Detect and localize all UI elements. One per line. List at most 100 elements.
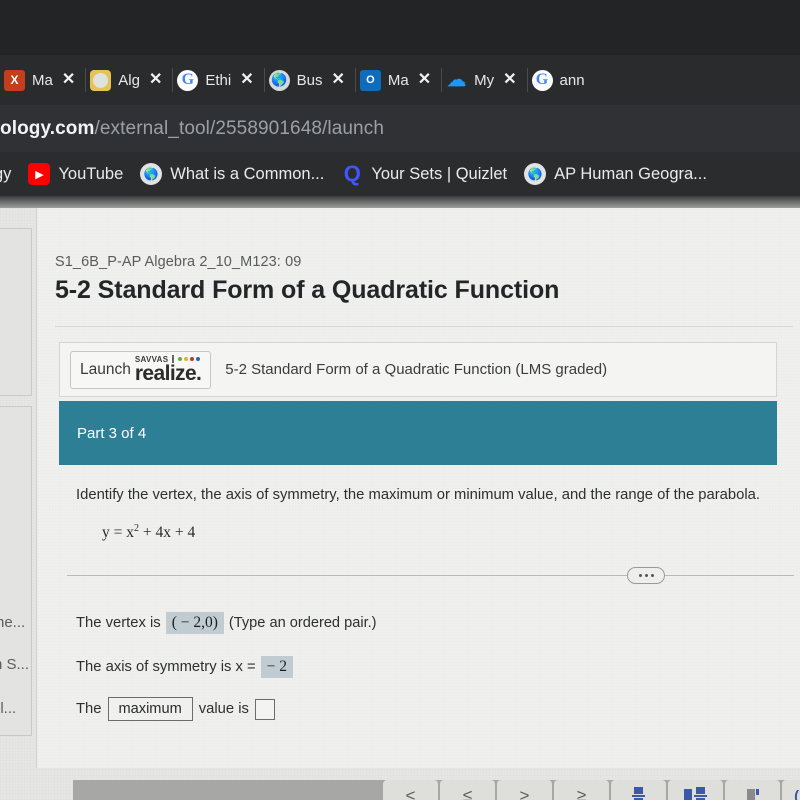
tab-title: Ethi: [205, 71, 232, 89]
url-domain: ology.com: [0, 117, 95, 139]
dot-green: [178, 357, 183, 361]
google-icon: G: [531, 69, 553, 91]
bookmark-ap-human-geo[interactable]: 🌎 AP Human Geogra...: [524, 163, 707, 185]
tab-title: Alg: [118, 71, 140, 89]
url-text: ology.com/external_tool/2558901648/launc…: [0, 118, 384, 140]
page-top-shadow: [0, 196, 800, 208]
bookmark-label: AP Human Geogra...: [554, 164, 707, 183]
sidebar-item-2[interactable]: dl...: [0, 700, 16, 717]
bookmark-quizlet[interactable]: Q Your Sets | Quizlet: [341, 161, 508, 186]
less-equal-icon: ≤: [462, 786, 473, 800]
ellipsis-dot: [644, 574, 648, 577]
browser-tab-4[interactable]: O Ma ✕: [354, 55, 442, 105]
realize-wordmark: realize.: [134, 362, 202, 385]
bookmark-label: gy: [0, 164, 12, 183]
part-header: Part 3 of 4: [59, 401, 777, 465]
tab-title: My: [474, 71, 495, 89]
close-icon[interactable]: ✕: [60, 72, 77, 88]
math-button-ordered-pair[interactable]: (▮,▮): [782, 780, 800, 800]
close-icon[interactable]: ✕: [416, 72, 433, 88]
vertex-label: The vertex is: [76, 615, 161, 631]
bookmark-label: Your Sets | Quizlet: [371, 164, 508, 183]
equation: y = x2 + 4x + 4: [102, 523, 195, 542]
tab-title: Bus: [296, 71, 323, 89]
browser-tab-3[interactable]: 🌎 Bus ✕: [263, 55, 356, 105]
axis-answer-field[interactable]: − 2: [260, 656, 294, 678]
page-viewport: ne... n S... dl... S1_6B_P-AP Algebra 2_…: [0, 196, 800, 800]
question-prompt: Identify the vertex, the axis of symmetr…: [76, 487, 760, 503]
bookmark-0[interactable]: gy: [0, 165, 11, 184]
greater-than-icon: >: [519, 786, 530, 800]
ellipsis-dot: [638, 574, 642, 577]
max-min-dropdown[interactable]: maximum: [107, 697, 193, 721]
equation-lhs: y = x: [102, 524, 134, 542]
bookmark-label: YouTube: [58, 164, 124, 183]
bookmark-common[interactable]: 🌎 What is a Common...: [140, 163, 324, 185]
math-button-less-equal[interactable]: ≤: [440, 780, 495, 800]
answer-row-axis-of-symmetry: The axis of symmetry is x = − 2: [76, 656, 298, 678]
browser-tab-1[interactable]: Alg ✕: [85, 55, 173, 105]
dot-yellow: [184, 357, 189, 361]
close-icon[interactable]: ✕: [501, 72, 518, 88]
browser-tab-2[interactable]: G Ethi ✕: [172, 55, 264, 105]
greater-equal-icon: ≥: [576, 786, 587, 800]
outlook-icon: O: [359, 69, 381, 91]
vertex-answer-field[interactable]: ( − 2,0): [165, 612, 224, 634]
bookmark-youtube[interactable]: ▶ YouTube: [28, 163, 123, 185]
avatar-icon: [90, 69, 112, 91]
math-button-mixed-number[interactable]: [668, 780, 723, 800]
savvas-realize-logo: SAVVAS realize.: [134, 355, 202, 385]
math-button-fraction[interactable]: [611, 780, 666, 800]
answer-row-max-value: The maximum value is: [76, 697, 281, 721]
axis-label: The axis of symmetry is x =: [76, 659, 256, 675]
close-icon[interactable]: ✕: [238, 72, 255, 88]
close-icon[interactable]: ✕: [147, 72, 164, 88]
vertex-hint: (Type an ordered pair.): [228, 615, 377, 631]
onedrive-cloud-icon: ☁: [447, 69, 467, 91]
browser-tab-5[interactable]: ☁ My ✕: [441, 55, 527, 105]
dot-red: [190, 357, 195, 361]
less-than-icon: <: [405, 786, 416, 800]
max-suffix-label: value is: [198, 701, 249, 717]
math-symbol-toolbar: < ≤ > ≥ (: [73, 780, 800, 800]
title-divider: [55, 326, 793, 327]
max-value-input[interactable]: [254, 698, 275, 720]
math-button-exponent[interactable]: [725, 780, 780, 800]
bookmarks-bar: gy ▶ YouTube 🌎 What is a Common... Q You…: [0, 152, 800, 196]
address-bar[interactable]: ology.com/external_tool/2558901648/launc…: [0, 105, 800, 152]
math-button-less-than[interactable]: <: [383, 780, 438, 800]
globe-icon: 🌎: [140, 163, 163, 185]
browser-tab-6[interactable]: G ann: [526, 55, 594, 105]
excel-icon: X: [4, 69, 25, 91]
quizlet-icon: Q: [343, 161, 361, 186]
window-titlebar: [0, 0, 800, 55]
tab-title: Ma: [387, 71, 409, 89]
page-title: 5-2 Standard Form of a Quadratic Functio…: [55, 276, 560, 304]
sidebar-item-0[interactable]: ne...: [0, 614, 25, 631]
browser-tab-0[interactable]: X Ma ✕: [0, 55, 86, 105]
globe-icon: 🌎: [268, 69, 290, 91]
assignment-card: S1_6B_P-AP Algebra 2_10_M123: 09 5-2 Sta…: [36, 208, 800, 800]
answer-row-vertex: The vertex is ( − 2,0) (Type an ordered …: [76, 612, 377, 634]
math-button-greater-than[interactable]: >: [497, 780, 552, 800]
max-prefix-label: The: [76, 701, 102, 717]
ellipsis-dot: [650, 574, 654, 577]
part-label: Part 3 of 4: [77, 424, 147, 442]
more-options-button[interactable]: [627, 567, 665, 584]
divider-line: [67, 575, 794, 576]
sidebar-item-1[interactable]: n S...: [0, 656, 29, 673]
math-button-greater-equal[interactable]: ≥: [554, 780, 609, 800]
ordered-pair-icon: (▮,▮): [794, 788, 800, 800]
youtube-icon: ▶: [28, 163, 51, 185]
equation-rhs: + 4x + 4: [139, 524, 196, 542]
url-path: /external_tool/2558901648/launch: [94, 117, 384, 139]
globe-icon: 🌎: [524, 163, 547, 185]
tab-strip: X Ma ✕ Alg ✕ G Ethi ✕ 🌎 Bus ✕ O Ma ✕ ☁ M…: [0, 55, 800, 105]
fraction-icon: [632, 787, 645, 800]
section-divider: [67, 567, 794, 584]
launch-realize-button[interactable]: Launch SAVVAS realize.: [70, 350, 212, 389]
left-panel-upper: [0, 228, 32, 396]
close-icon[interactable]: ✕: [329, 72, 346, 88]
bookmark-label: What is a Common...: [170, 164, 325, 183]
browser-window: X Ma ✕ Alg ✕ G Ethi ✕ 🌎 Bus ✕ O Ma ✕ ☁ M…: [0, 0, 800, 800]
